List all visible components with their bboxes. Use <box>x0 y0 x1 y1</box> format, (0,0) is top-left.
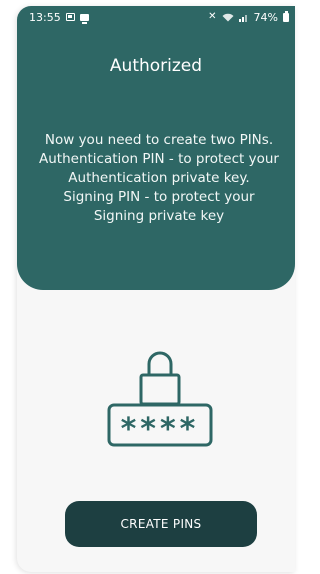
screen-icon <box>79 13 89 24</box>
page-title: Authorized <box>109 56 203 76</box>
signal-icon <box>238 14 247 22</box>
wifi-icon <box>222 13 234 21</box>
pin-mask: **** <box>121 412 200 447</box>
phone-screen: 13:55 ✕ 74% Authorized Now you need to c… <box>17 6 295 572</box>
status-right: ✕ 74% <box>208 10 289 24</box>
status-left: 13:55 <box>29 11 89 24</box>
pin-lock-icon: **** <box>107 351 213 447</box>
battery-percent: 74% <box>253 10 278 24</box>
header-panel: Authorized Now you need to create two PI… <box>17 28 295 290</box>
status-bar: 13:55 ✕ 74% <box>17 6 295 28</box>
status-time: 13:55 <box>29 10 61 24</box>
mute-icon: ✕ <box>208 11 217 22</box>
notification-icon <box>65 13 75 21</box>
battery-icon <box>283 10 289 22</box>
create-pins-button[interactable]: CREATE PINS <box>65 501 257 547</box>
instructions-text: Now you need to create two PINs. Authent… <box>39 132 279 224</box>
